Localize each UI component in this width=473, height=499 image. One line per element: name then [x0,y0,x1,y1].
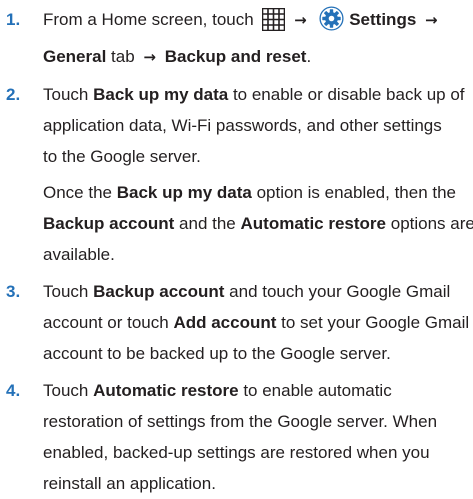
step-1: 1. From a Home screen, touch → Settings … [0,4,473,73]
step-number: 2. [6,85,21,104]
step-text: Touch [43,282,89,301]
step-text: options are [390,214,473,233]
step-4: 4. Touch Automatic restore to enable aut… [0,375,473,499]
step-text: to enable automatic [243,381,392,400]
step-line: General tab → Backup and reset. [43,41,473,73]
step-line: enabled, backed-up settings are restored… [43,443,430,462]
backup-and-reset-label: Backup and reset [164,47,307,66]
step-text: option is enabled, then the [256,183,457,202]
period: . [306,47,312,66]
step-line: Touch Back up my data to enable or disab… [43,79,473,110]
step-3: 3. Touch Backup account and touch your G… [0,276,473,369]
step-line: account or touch Add account to set your… [43,307,473,338]
step-line: reinstall an application. [43,474,216,493]
step-line: to the Google server. [43,147,201,166]
step-text: Touch [43,85,89,104]
backup-account-label: Backup account [43,214,175,233]
steps-list: 1. From a Home screen, touch → Settings … [0,4,473,499]
step-line: Backup account and the Automatic restore… [43,208,473,239]
step-line: restoration of settings from the Google … [43,412,438,431]
apps-grid-icon [262,7,286,41]
step-text: and touch your Google Gmail [229,282,451,301]
step-number: 1. [6,10,21,29]
step-line: From a Home screen, touch → Settings → [43,4,473,41]
step-line: application data, Wi-Fi passwords, and o… [43,116,442,135]
step-number: 4. [6,381,21,400]
settings-label: Settings [349,10,417,29]
step-text: account or touch [43,313,169,332]
general-label: General [43,47,107,66]
step-text: tab [111,47,135,66]
step-text: to set your Google Gmail [281,313,470,332]
step-text: to enable or disable back up of [232,85,465,104]
step-line: Touch Automatic restore to enable automa… [43,375,473,406]
add-account-label: Add account [173,313,277,332]
arrow-icon: → [425,11,438,29]
step-line: available. [43,245,115,264]
step-line: Once the Back up my data option is enabl… [43,177,473,208]
step-line: Touch Backup account and touch your Goog… [43,276,473,307]
step-2: 2. Touch Back up my data to enable or di… [0,79,473,270]
step-line: account to be backed up to the Google se… [43,344,391,363]
back-up-my-data-label: Back up my data [93,85,229,104]
step-text: Once the [43,183,112,202]
arrow-icon: → [143,48,156,66]
step-text: Touch [43,381,89,400]
settings-gear-icon [319,6,345,41]
step-number: 3. [6,282,21,301]
automatic-restore-label: Automatic restore [93,381,239,400]
step-text: From a Home screen, touch [43,10,254,29]
instruction-page: 1. From a Home screen, touch → Settings … [0,0,473,493]
step-text: and the [179,214,236,233]
arrow-icon: → [294,11,307,29]
automatic-restore-label: Automatic restore [240,214,386,233]
back-up-my-data-label: Back up my data [116,183,252,202]
backup-account-label: Backup account [93,282,225,301]
